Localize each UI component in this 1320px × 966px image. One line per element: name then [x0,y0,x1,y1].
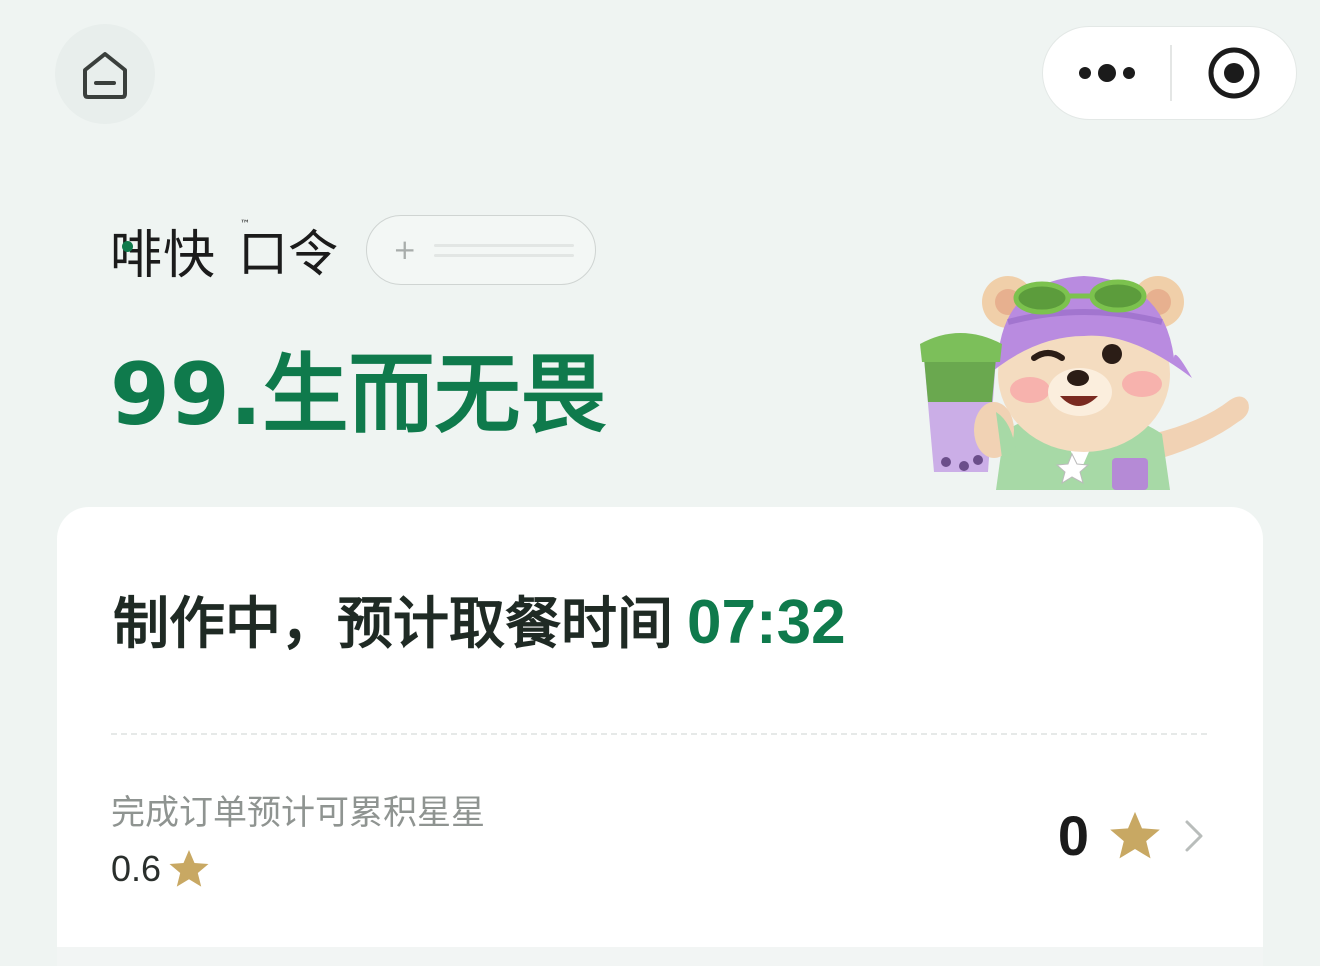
page: 啡快 ™ 口令 + 99.生而无畏 制作中，预计取餐时间 07:32 完成订单预… [0,0,1320,966]
stars-earn-value: 0.6 [111,848,162,889]
status-line: 制作中，预计取餐时间 07:32 [113,579,846,660]
stars-earn-label: 完成订单预计可累积星星 [111,793,485,833]
more-dots-icon [1078,64,1135,82]
pickup-code-title: 99.生而无畏 [110,345,607,445]
home-button[interactable] [55,24,155,124]
add-code-button[interactable]: + [366,215,597,285]
mascot-bear-illustration [920,276,1249,490]
star-icon [1110,811,1160,858]
status-text: 制作中，预计取餐时间 [113,592,673,657]
blurred-placeholder [434,243,575,257]
stars-total-link[interactable]: 0 [1058,803,1205,868]
home-icon [83,52,127,99]
star-icon [169,850,209,887]
code-label: 口令 [238,225,339,283]
order-status-card: 制作中，预计取餐时间 07:32 完成订单预计可累积星星 0.6 0 [57,507,1263,966]
dashed-divider [111,733,1207,735]
trademark: ™ [240,218,250,230]
target-circle-icon [1208,47,1260,99]
stars-total-value: 0 [1057,804,1089,867]
brand-row: 啡快 ™ 口令 + [110,213,597,288]
brand-logo: 啡快 ™ [110,213,250,288]
stars-earn: 0.6 [111,847,211,891]
pickup-time: 07:32 [687,588,846,657]
more-button[interactable] [1043,27,1170,119]
card-bottom-section [57,947,1263,966]
mini-program-capsule [1042,26,1297,120]
chevron-right-icon [1185,820,1203,851]
brand-dot [122,240,133,252]
plus-icon: + [393,233,417,266]
close-miniprogram-button[interactable] [1172,27,1296,119]
